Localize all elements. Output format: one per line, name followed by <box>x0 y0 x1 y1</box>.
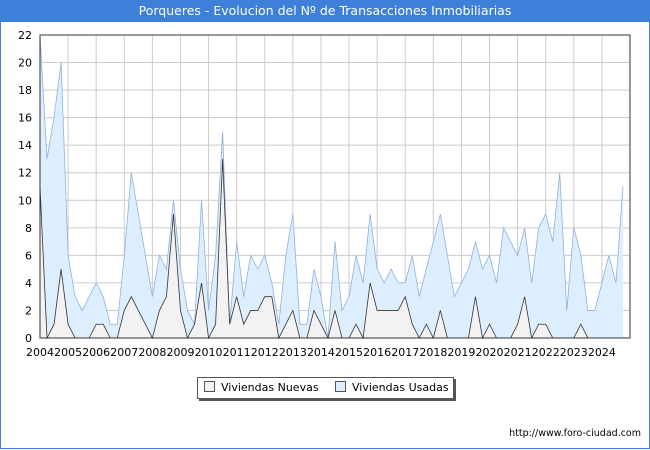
x-tick-label: 2011 <box>223 346 251 359</box>
legend-item-viviendas-usadas: Viviendas Usadas <box>335 381 449 395</box>
x-tick-label: 2012 <box>251 346 279 359</box>
x-tick-label: 2022 <box>532 346 560 359</box>
y-tick-label: 22 <box>18 29 32 42</box>
x-tick-label: 2017 <box>391 346 419 359</box>
legend-swatch-usadas <box>335 381 346 392</box>
y-tick-label: 20 <box>18 57 32 70</box>
y-tick-label: 8 <box>25 222 32 235</box>
x-tick-label: 2005 <box>54 346 82 359</box>
y-tick-label: 16 <box>18 112 32 125</box>
y-tick-label: 14 <box>18 139 32 152</box>
x-tick-label: 2021 <box>504 346 532 359</box>
y-tick-label: 6 <box>25 249 32 262</box>
y-tick-label: 18 <box>18 84 32 97</box>
x-tick-label: 2009 <box>166 346 194 359</box>
legend-swatch-nuevas <box>204 381 215 392</box>
x-tick-label: 2010 <box>195 346 223 359</box>
legend-label-nuevas: Viviendas Nuevas <box>221 381 319 394</box>
x-tick-label: 2023 <box>560 346 588 359</box>
footer-url: http://www.foro-ciudad.com <box>509 428 641 439</box>
x-tick-label: 2016 <box>363 346 391 359</box>
x-tick-label: 2006 <box>82 346 110 359</box>
x-tick-label: 2008 <box>138 346 166 359</box>
legend-item-viviendas-nuevas: Viviendas Nuevas <box>204 381 319 395</box>
x-tick-label: 2015 <box>335 346 363 359</box>
x-tick-label: 2014 <box>307 346 335 359</box>
x-tick-label: 2019 <box>447 346 475 359</box>
x-tick-label: 2007 <box>110 346 138 359</box>
legend-label-usadas: Viviendas Usadas <box>352 381 449 394</box>
y-tick-label: 0 <box>25 332 32 345</box>
x-tick-label: 2013 <box>279 346 307 359</box>
y-tick-label: 10 <box>18 194 32 207</box>
x-tick-label: 2024 <box>588 346 616 359</box>
x-tick-label: 2018 <box>419 346 447 359</box>
chart-legend: Viviendas Nuevas Viviendas Usadas <box>197 377 454 399</box>
x-tick-label: 2020 <box>476 346 504 359</box>
y-tick-label: 12 <box>18 167 32 180</box>
x-tick-label: 2004 <box>26 346 54 359</box>
y-tick-label: 2 <box>25 304 32 317</box>
y-tick-label: 4 <box>25 277 32 290</box>
